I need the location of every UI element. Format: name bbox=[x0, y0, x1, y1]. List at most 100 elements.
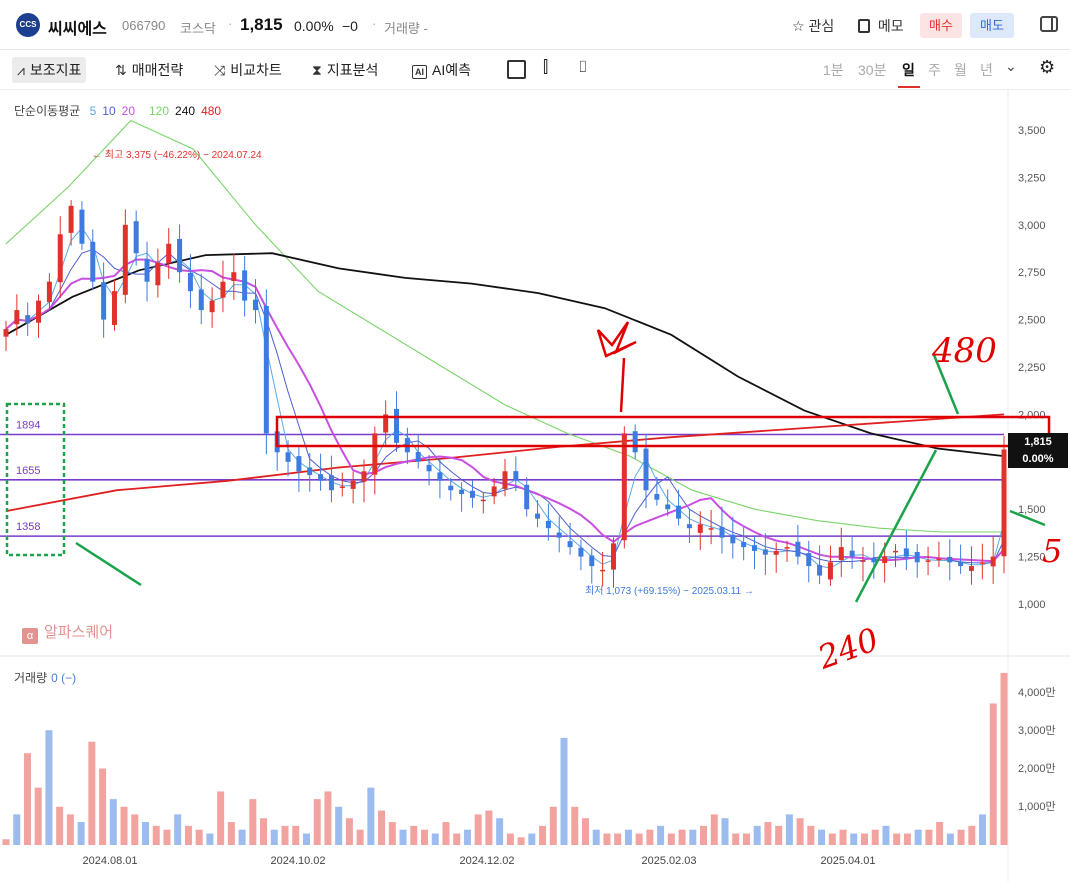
period-option[interactable]: 일 bbox=[902, 60, 915, 80]
candle-body bbox=[958, 561, 964, 567]
candle-body bbox=[339, 486, 345, 488]
volume-bar bbox=[785, 814, 793, 845]
candle-body bbox=[220, 281, 226, 298]
watermark-text: 알파스퀘어 bbox=[44, 624, 114, 641]
volume-bar bbox=[624, 829, 632, 845]
candle-body bbox=[697, 524, 703, 533]
y-tick-label: 2,750 bbox=[1018, 267, 1046, 279]
volume-bar bbox=[893, 833, 901, 845]
candle-body bbox=[90, 241, 96, 282]
volume-bar bbox=[710, 814, 718, 845]
candle-body bbox=[36, 300, 42, 323]
strategy-label: 매매전략 bbox=[131, 62, 184, 78]
y-tick-label: 3,250 bbox=[1018, 172, 1046, 184]
analysis-button[interactable]: ⧗ 지표분석 bbox=[312, 60, 378, 80]
y-tick-label: 2,000 bbox=[1018, 409, 1046, 421]
ai-label: AI예측 bbox=[432, 62, 471, 78]
period-option[interactable]: 30분 bbox=[858, 60, 886, 80]
indicators-label: 보조지표 bbox=[29, 62, 82, 78]
candle-body bbox=[155, 262, 161, 286]
ai-predict-button[interactable]: AI AI예측 bbox=[412, 60, 471, 80]
watch-label: 관심 bbox=[808, 18, 835, 34]
volume-bar bbox=[45, 730, 53, 845]
candle-body bbox=[448, 485, 454, 491]
candle-body bbox=[762, 549, 768, 555]
handwritten-5: 5 bbox=[1042, 532, 1062, 570]
last-price-tag: 1,815 bbox=[1008, 433, 1068, 451]
volume-bar bbox=[850, 833, 858, 845]
period-option[interactable]: 1분 bbox=[823, 60, 844, 80]
volume-bar bbox=[614, 833, 622, 845]
candle-body bbox=[654, 493, 660, 500]
candle-body bbox=[3, 329, 9, 337]
candle-body bbox=[979, 562, 985, 564]
volume-bar bbox=[302, 833, 310, 845]
candle-body bbox=[600, 569, 606, 572]
stock-code: 066790 bbox=[122, 18, 166, 33]
period-option[interactable]: 주 bbox=[928, 60, 941, 80]
watch-button[interactable]: ☆ 관심 bbox=[792, 16, 834, 36]
candle-body bbox=[665, 504, 671, 510]
volume-bar bbox=[367, 787, 375, 845]
candle-body bbox=[263, 305, 269, 434]
volume-bar bbox=[742, 833, 750, 845]
candle-body bbox=[513, 471, 519, 481]
change-percent: 0.00% bbox=[294, 18, 334, 34]
period-option[interactable]: 년 bbox=[980, 60, 993, 80]
strategy-button[interactable]: ⇅ 매매전략 bbox=[115, 60, 183, 80]
panel-layout-icon[interactable] bbox=[1040, 16, 1058, 32]
volume-bar bbox=[66, 814, 74, 845]
camera-icon[interactable]: ⌷ bbox=[578, 59, 588, 77]
volume-bar bbox=[378, 810, 386, 845]
candle-body bbox=[426, 464, 432, 472]
candle-body bbox=[79, 209, 85, 244]
volume-bar bbox=[260, 818, 268, 845]
volume-tick-label: 1,000만 bbox=[1018, 800, 1056, 813]
volume-bar bbox=[903, 833, 911, 845]
candle-body bbox=[535, 513, 541, 519]
candle-body bbox=[990, 556, 996, 567]
candle-body bbox=[480, 499, 486, 502]
highlight-box bbox=[275, 415, 1051, 448]
volume-bar bbox=[77, 822, 85, 845]
volume-bar bbox=[399, 829, 407, 845]
volume-bar bbox=[689, 829, 697, 845]
period-option[interactable]: 월 bbox=[954, 60, 967, 80]
candle-body bbox=[914, 551, 920, 563]
volume-bar bbox=[946, 833, 954, 845]
candle-body bbox=[827, 562, 833, 580]
square-icon[interactable] bbox=[507, 60, 526, 79]
indicators-button[interactable]: ⩘ 보조지표 bbox=[12, 57, 87, 83]
volume-bar bbox=[528, 833, 536, 845]
separator-dot: · bbox=[372, 16, 377, 31]
market-label: 코스닥 bbox=[180, 21, 216, 36]
price-chart[interactable]: 3,5003,2503,0002,7502,5002,2502,0001,750… bbox=[0, 90, 1070, 882]
y-tick-label: 1,000 bbox=[1018, 599, 1046, 611]
memo-button[interactable]: 메모 bbox=[858, 16, 904, 36]
candle-body bbox=[166, 243, 172, 264]
candle-body bbox=[242, 270, 248, 301]
green-arrow bbox=[854, 449, 938, 603]
compare-button[interactable]: ⤨ 비교차트 bbox=[214, 60, 282, 80]
level-label: 1894 bbox=[16, 419, 40, 431]
candle-body bbox=[524, 484, 530, 510]
sell-button[interactable]: 매도 bbox=[970, 13, 1014, 38]
candle-body bbox=[806, 553, 812, 567]
volume-bar bbox=[142, 822, 150, 845]
volume-bar bbox=[635, 833, 643, 845]
buy-button[interactable]: 매수 bbox=[920, 13, 962, 38]
compare-icon: ⤨ bbox=[214, 62, 226, 78]
volume-bar bbox=[34, 787, 42, 845]
candle-body bbox=[936, 558, 942, 561]
candle-icon[interactable]: ⫿ bbox=[543, 59, 548, 77]
volume-bar bbox=[571, 806, 579, 845]
volume-bar bbox=[270, 829, 278, 845]
low-annotation: 최저 1,073 (+69.15%) − 2025.03.11 → bbox=[585, 585, 754, 597]
candle-body bbox=[968, 566, 974, 571]
settings-icon[interactable]: ⚙ bbox=[1039, 57, 1055, 78]
candle-body bbox=[25, 315, 31, 324]
candle-body bbox=[350, 480, 356, 489]
ai-icon: AI bbox=[412, 65, 427, 79]
candle-body bbox=[459, 489, 465, 495]
period-more-caret[interactable]: ⌄ bbox=[1005, 58, 1017, 75]
